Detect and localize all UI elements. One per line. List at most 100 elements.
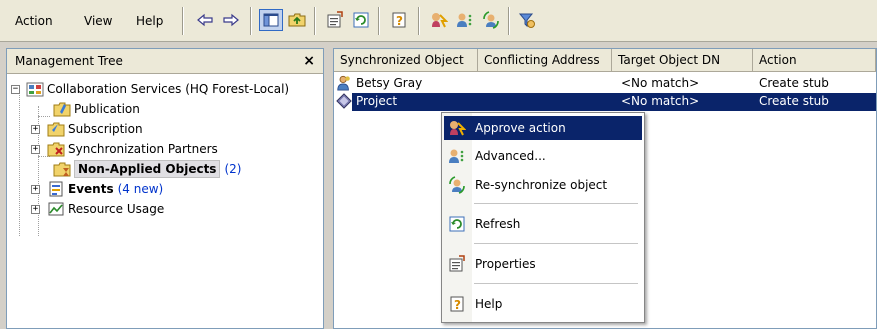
toolbar-separator — [314, 7, 316, 35]
expand-toggle[interactable]: + — [31, 204, 40, 214]
menu-view[interactable]: View — [84, 14, 112, 28]
target-object-dn-cell: <No match> — [621, 76, 700, 90]
tree-item-label: Events — [68, 182, 114, 196]
column-header-target-object-dn[interactable]: Target Object DN — [612, 49, 753, 72]
forward-arrow-icon — [223, 13, 239, 27]
menu-separator — [474, 203, 638, 204]
column-header-action[interactable]: Action — [753, 49, 876, 72]
list-row[interactable]: Betsy Gray <No match> Create stub — [334, 75, 876, 93]
pane-splitter[interactable] — [326, 48, 331, 329]
menu-item-advanced[interactable]: Advanced... — [444, 144, 642, 168]
collaboration-services-icon — [26, 80, 44, 98]
resynchronize-button[interactable] — [479, 9, 503, 31]
list-row[interactable]: Project <No match> Create stub — [334, 93, 876, 111]
toolbar: Action View Help ? — [0, 0, 877, 42]
public-folder-icon — [336, 93, 352, 112]
tree-item-subscription[interactable]: + Subscription — [31, 119, 143, 139]
user-icon — [336, 75, 352, 94]
tree-item-events[interactable]: + Events (4 new) — [31, 179, 163, 199]
collapse-toggle[interactable]: − — [11, 84, 20, 94]
column-header-synchronized-object[interactable]: Synchronized Object — [334, 49, 478, 72]
help-button[interactable]: ? — [387, 9, 411, 31]
synchronization-partners-folder-icon — [47, 140, 65, 158]
menu-help[interactable]: Help — [136, 14, 163, 28]
menu-item-approve-action[interactable]: Approve action — [444, 116, 642, 140]
menu-separator — [474, 283, 638, 284]
events-new-count: (4 new) — [117, 182, 164, 196]
management-tree-header: Management Tree × — [7, 49, 323, 74]
menu-item-label: Approve action — [475, 121, 566, 135]
properties-icon — [327, 11, 343, 28]
tree-item-publication[interactable]: Publication — [53, 99, 140, 119]
tree-item-label: Publication — [74, 102, 140, 116]
menu-item-label: Refresh — [475, 217, 521, 231]
tree-connector — [19, 90, 20, 236]
action-cell: Create stub — [759, 76, 829, 90]
close-pane-button[interactable]: × — [303, 53, 315, 69]
back-arrow-icon — [197, 13, 213, 27]
menu-item-refresh[interactable]: Refresh — [444, 212, 642, 236]
tree-item-label: Collaboration Services (HQ Forest-Local) — [47, 82, 290, 96]
tree-item-label: Subscription — [68, 122, 143, 136]
menu-item-label: Re-synchronize object — [475, 178, 608, 192]
toolbar-separator — [508, 7, 510, 35]
tree-item-synchronization-partners[interactable]: + Synchronization Partners — [31, 139, 218, 159]
refresh-button[interactable] — [349, 9, 373, 31]
tree-item-non-applied-objects[interactable]: Non-Applied Objects (2) — [53, 159, 241, 179]
resource-usage-icon — [47, 200, 65, 218]
column-header-conflicting-address[interactable]: Conflicting Address — [478, 49, 612, 72]
expand-toggle[interactable]: + — [31, 124, 40, 134]
tree-item-label: Resource Usage — [68, 202, 165, 216]
refresh-icon — [447, 214, 467, 234]
help-icon: ? — [447, 294, 467, 314]
tree-item-selected-wrapper: Non-Applied Objects — [74, 160, 221, 178]
menu-action[interactable]: Action — [15, 14, 53, 28]
synchronized-object-cell: Betsy Gray — [356, 76, 423, 90]
events-icon — [47, 180, 65, 198]
toolbar-separator — [250, 7, 252, 35]
resynchronize-icon — [447, 175, 467, 195]
menu-item-label: Help — [475, 297, 503, 311]
toolbar-separator — [182, 7, 184, 35]
back-button[interactable] — [193, 9, 217, 31]
tree-connector — [38, 116, 50, 117]
subscription-folder-icon — [47, 120, 65, 138]
refresh-icon — [353, 12, 369, 28]
toolbar-separator — [378, 7, 380, 35]
show-hide-tree-button[interactable] — [259, 9, 283, 31]
non-applied-objects-folder-icon — [53, 160, 71, 178]
target-object-dn-cell: <No match> — [621, 94, 700, 108]
show-hide-console-tree-icon — [263, 13, 279, 27]
up-one-level-button[interactable] — [285, 9, 309, 31]
forward-button[interactable] — [219, 9, 243, 31]
menu-item-help[interactable]: ? Help — [444, 292, 642, 316]
filter-button[interactable] — [515, 9, 539, 31]
tree-item-resource-usage[interactable]: + Resource Usage — [31, 199, 164, 219]
toolbar-separator — [418, 7, 420, 35]
help-icon: ? — [392, 12, 406, 28]
approve-action-button[interactable] — [427, 9, 451, 31]
properties-button[interactable] — [323, 9, 347, 31]
expand-toggle[interactable]: + — [31, 184, 40, 194]
up-one-level-icon — [288, 13, 306, 27]
svg-text:?: ? — [454, 298, 461, 312]
advanced-button[interactable] — [453, 9, 477, 31]
synchronized-object-cell: Project — [356, 94, 398, 108]
menu-separator — [474, 243, 638, 244]
advanced-icon — [457, 13, 472, 27]
non-applied-count: (2) — [224, 162, 242, 176]
tree-item-label: Synchronization Partners — [68, 142, 218, 156]
context-menu: Approve action Advanced... Re-synchroniz… — [441, 112, 645, 323]
filter-icon — [518, 13, 535, 28]
menu-item-label: Properties — [475, 257, 536, 271]
expand-toggle[interactable]: + — [31, 144, 40, 154]
action-cell: Create stub — [759, 94, 829, 108]
menu-item-resynchronize-object[interactable]: Re-synchronize object — [444, 173, 642, 197]
tree-item-collaboration-services[interactable]: − Collaboration Services (HQ Forest-Loca… — [11, 79, 289, 99]
properties-icon — [447, 254, 467, 274]
tree-item-label: Non-Applied Objects — [78, 162, 217, 176]
menu-item-properties[interactable]: Properties — [444, 252, 642, 276]
approve-action-icon — [447, 118, 467, 138]
menu-item-label: Advanced... — [475, 149, 546, 163]
management-tree-title: Management Tree — [15, 54, 123, 68]
